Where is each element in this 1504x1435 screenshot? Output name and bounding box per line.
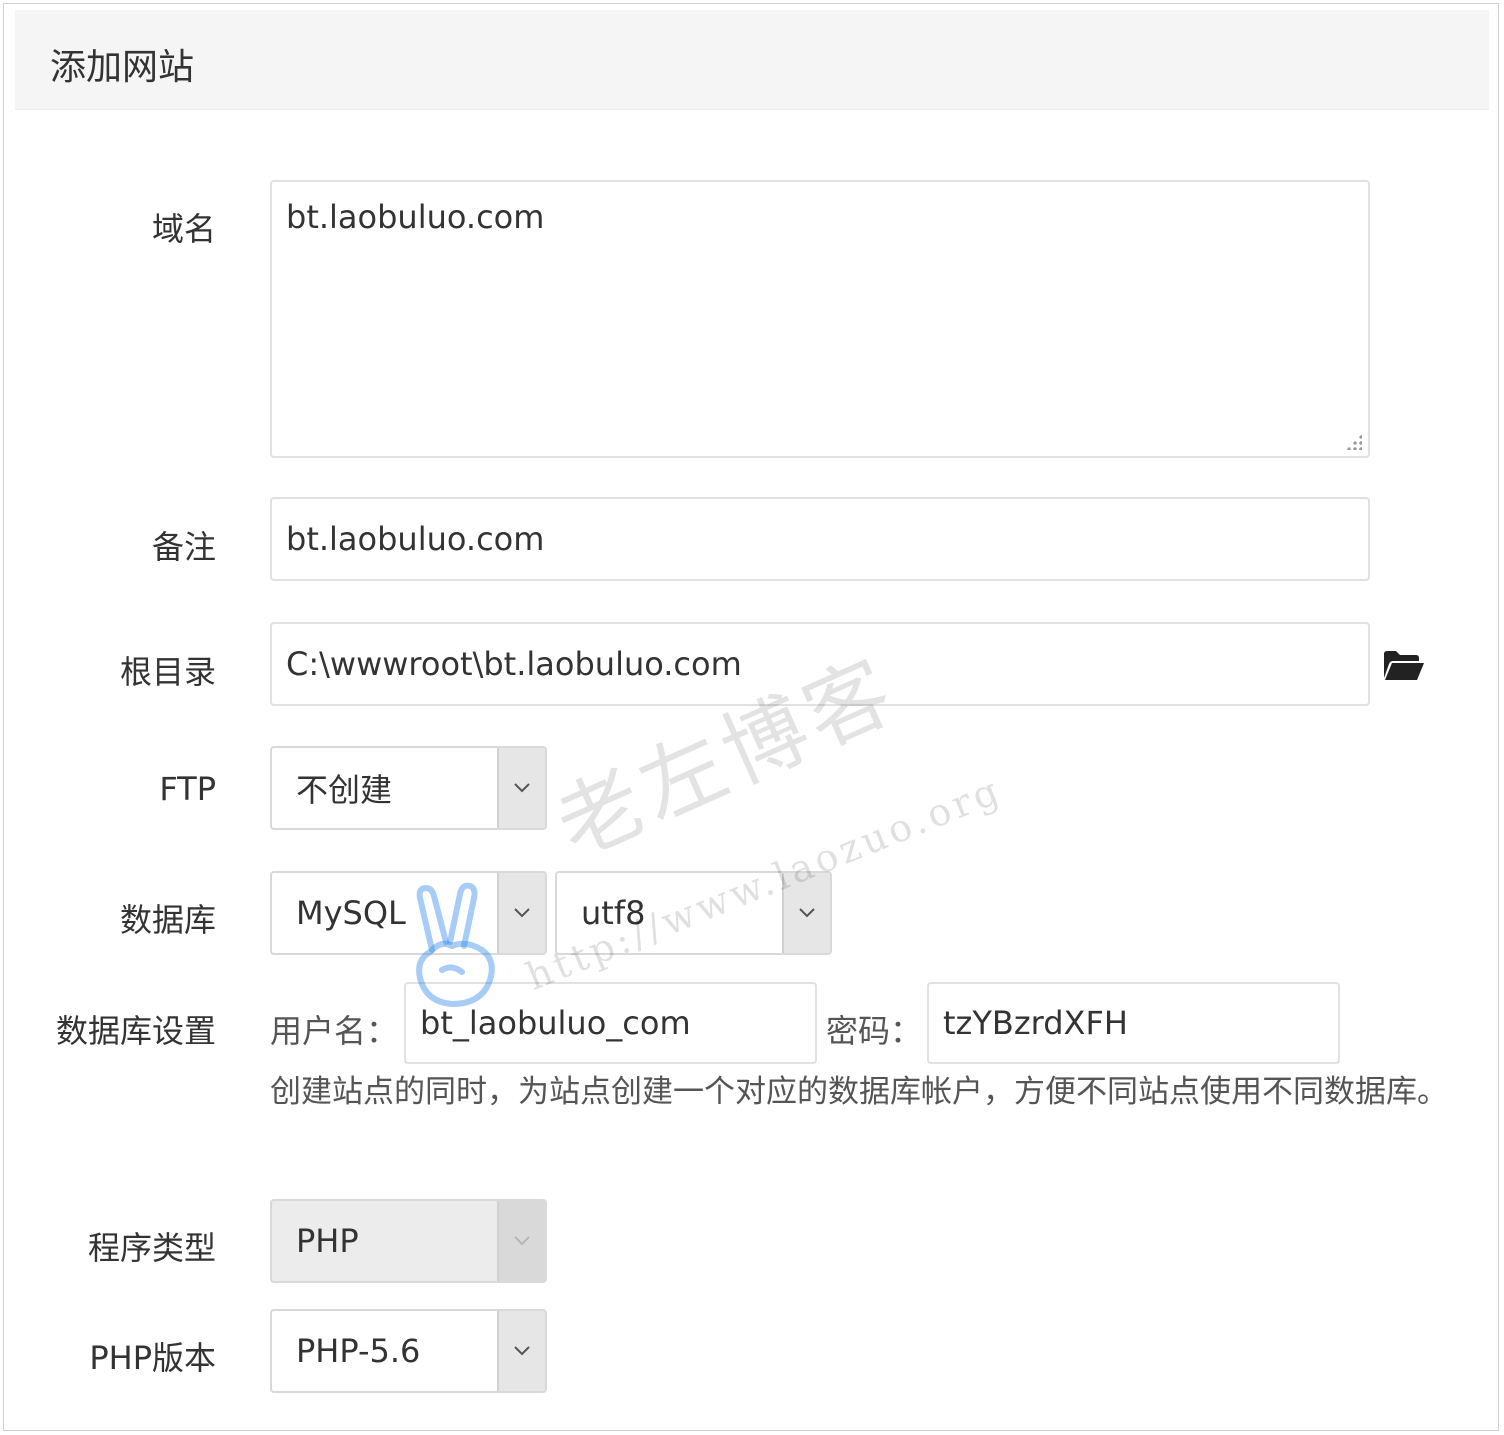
ftp-label: FTP xyxy=(159,770,216,808)
chevron-down-icon xyxy=(497,873,545,953)
db-password-value: tzYBzrdXFH xyxy=(943,1004,1128,1042)
php-version-select[interactable]: PHP-5.6 xyxy=(270,1309,547,1393)
root-dir-value: C:\wwwroot\bt.laobuluo.com xyxy=(286,645,742,683)
resize-handle-icon[interactable] xyxy=(1346,434,1362,450)
program-type-label: 程序类型 xyxy=(87,1229,216,1267)
domain-textarea[interactable]: bt.laobuluo.com xyxy=(270,180,1370,458)
db-password-label: 密码： xyxy=(826,1012,923,1050)
chevron-down-icon xyxy=(497,748,545,828)
root-dir-label: 根目录 xyxy=(119,653,216,691)
database-label: 数据库 xyxy=(119,901,216,939)
dialog-header: 添加网站 xyxy=(15,10,1489,110)
php-version-label: PHP版本 xyxy=(89,1339,216,1377)
ftp-select[interactable]: 不创建 xyxy=(270,746,547,830)
remark-label: 备注 xyxy=(151,528,216,566)
chevron-down-icon xyxy=(497,1311,545,1391)
db-settings-hint: 创建站点的同时，为站点创建一个对应的数据库帐户，方便不同站点使用不同数据库。 xyxy=(270,1074,1448,1110)
db-password-input[interactable]: tzYBzrdXFH xyxy=(927,982,1340,1064)
domain-value: bt.laobuluo.com xyxy=(286,198,545,236)
dialog-title: 添加网站 xyxy=(50,47,195,88)
watermark-hand-icon xyxy=(402,880,502,1010)
db-username-label: 用户名： xyxy=(270,1012,399,1050)
chevron-down-icon xyxy=(497,1201,545,1281)
remark-value: bt.laobuluo.com xyxy=(286,520,545,558)
program-type-select: PHP xyxy=(270,1199,547,1283)
database-type-selected: MySQL xyxy=(296,894,406,932)
folder-open-icon[interactable] xyxy=(1382,648,1426,682)
remark-input[interactable]: bt.laobuluo.com xyxy=(270,497,1370,581)
php-version-selected: PHP-5.6 xyxy=(296,1332,421,1370)
db-settings-label: 数据库设置 xyxy=(55,1012,216,1050)
ftp-selected: 不创建 xyxy=(296,771,393,809)
domain-label: 域名 xyxy=(151,210,216,248)
program-type-selected: PHP xyxy=(296,1222,359,1260)
